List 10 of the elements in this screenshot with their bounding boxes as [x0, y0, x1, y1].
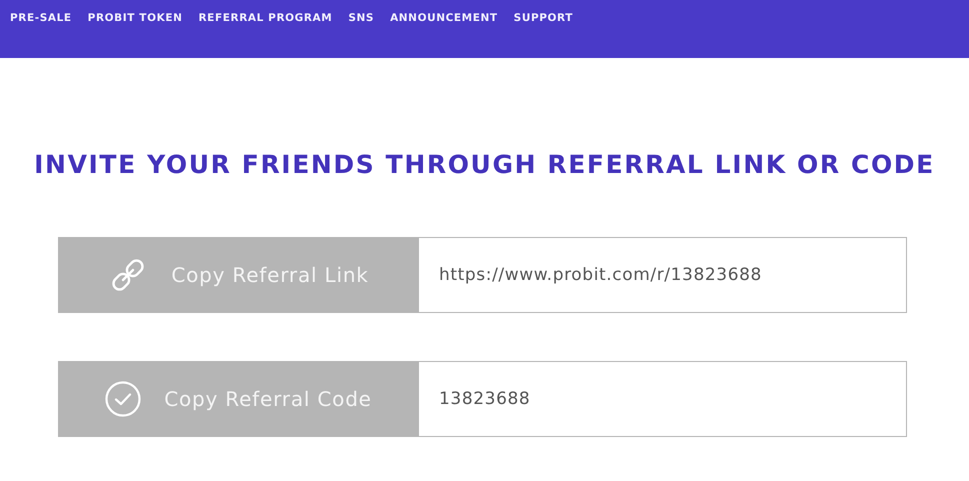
nav-link[interactable]: PROBIT TOKEN	[88, 12, 182, 24]
nav-link[interactable]: SUPPORT	[514, 12, 574, 24]
page-heading: INVITE YOUR FRIENDS THROUGH REFERRAL LINK OR CODE	[33, 150, 936, 180]
referral-value-field[interactable]: https://www.probit.com/r/13823688	[418, 237, 907, 313]
nav-link[interactable]: REFERRAL PROGRAM	[198, 12, 332, 24]
nav-link[interactable]: ANNOUNCEMENT	[390, 12, 498, 24]
check-circle-icon	[104, 380, 142, 418]
nav-link[interactable]: SNS	[348, 12, 374, 24]
referral-value-field[interactable]: 13823688	[418, 361, 907, 437]
nav-link[interactable]: PRE-SALE	[10, 12, 72, 24]
